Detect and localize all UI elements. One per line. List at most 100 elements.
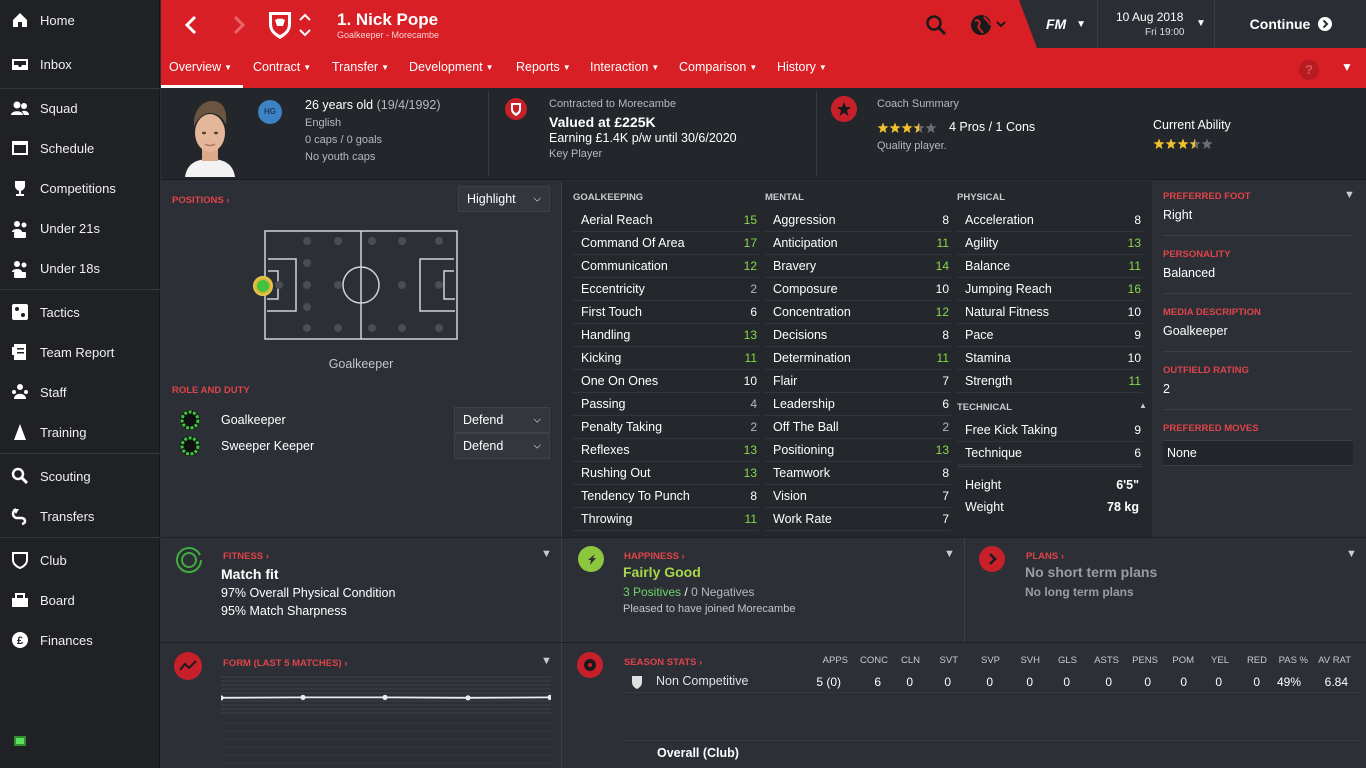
attribute-row[interactable]: Aggression 8 <box>765 209 951 232</box>
competition-name[interactable]: Non Competitive <box>656 674 748 688</box>
attribute-row[interactable]: One On Ones 10 <box>573 370 759 393</box>
globe-icon[interactable] <box>969 13 1011 37</box>
back-arrow-icon[interactable] <box>179 12 205 38</box>
chevron-down-icon[interactable]: ▼ <box>541 655 552 667</box>
form-point[interactable] <box>221 695 224 701</box>
role-row[interactable]: Sweeper Keeper Defend ⌵ <box>171 433 551 459</box>
search-icon[interactable] <box>925 14 947 36</box>
attribute-row[interactable]: Off The Ball 2 <box>765 416 951 439</box>
sidebar-item-schedule[interactable]: Schedule <box>0 128 160 168</box>
goalkeeper-position-marker[interactable] <box>253 276 273 296</box>
attribute-row[interactable]: Jumping Reach 16 <box>957 278 1143 301</box>
attribute-row[interactable]: Work Rate 7 <box>765 508 951 531</box>
sidebar-item-club[interactable]: Club <box>0 540 160 580</box>
attribute-row[interactable]: Stamina 10 <box>957 347 1143 370</box>
form-point[interactable] <box>382 694 388 700</box>
tab-comparison[interactable]: Comparison ▼ <box>679 60 757 74</box>
form-point[interactable] <box>465 695 471 701</box>
attribute-row[interactable]: Natural Fitness 10 <box>957 301 1143 324</box>
season-stats-title[interactable]: SEASON STATS › <box>624 657 702 668</box>
positions-title[interactable]: POSITIONS › <box>172 195 230 206</box>
attribute-row[interactable]: Strength 11 <box>957 370 1143 393</box>
attribute-row[interactable]: Rushing Out 13 <box>573 462 759 485</box>
sidebar-toggle-icon[interactable] <box>14 736 26 749</box>
happiness-title[interactable]: HAPPINESS › <box>624 551 685 562</box>
chevron-down-icon[interactable]: ▼ <box>1341 60 1353 74</box>
pros-cons[interactable]: 4 Pros / 1 Cons <box>949 120 1035 134</box>
attribute-row[interactable]: Aerial Reach 15 <box>573 209 759 232</box>
attribute-row[interactable]: Penalty Taking 2 <box>573 416 759 439</box>
sidebar-item-tactics[interactable]: Tactics <box>0 292 160 332</box>
attribute-row[interactable]: Throwing 11 <box>573 508 759 531</box>
plans-title[interactable]: PLANS › <box>1026 551 1064 562</box>
attribute-row[interactable]: Tendency To Punch 8 <box>573 485 759 508</box>
attribute-row[interactable]: Anticipation 11 <box>765 232 951 255</box>
attribute-row[interactable]: Determination 11 <box>765 347 951 370</box>
tab-transfer[interactable]: Transfer ▼ <box>332 60 389 74</box>
attribute-row[interactable]: Command Of Area 17 <box>573 232 759 255</box>
attribute-row[interactable]: Balance 11 <box>957 255 1143 278</box>
continue-button[interactable]: Continue <box>1216 0 1366 48</box>
duty-dropdown[interactable]: Defend ⌵ <box>454 407 550 433</box>
positives-count[interactable]: 3 Positives <box>623 585 681 599</box>
tab-overview[interactable]: Overview ▼ <box>169 60 232 74</box>
attribute-row[interactable]: Bravery 14 <box>765 255 951 278</box>
attribute-row[interactable]: Handling 13 <box>573 324 759 347</box>
tab-history[interactable]: History ▼ <box>777 60 827 74</box>
collapse-icon[interactable]: ▲ <box>1139 401 1147 410</box>
duty-dropdown[interactable]: Defend ⌵ <box>454 433 550 459</box>
forward-arrow-icon[interactable] <box>225 12 251 38</box>
chevron-down-icon[interactable]: ▼ <box>1344 189 1355 201</box>
tab-development[interactable]: Development ▼ <box>409 60 494 74</box>
attribute-row[interactable]: Flair 7 <box>765 370 951 393</box>
attribute-row[interactable]: Reflexes 13 <box>573 439 759 462</box>
tab-interaction[interactable]: Interaction ▼ <box>590 60 659 74</box>
club-crest-icon[interactable] <box>267 10 293 40</box>
chevron-down-icon[interactable]: ▼ <box>541 548 552 560</box>
stat-column-header[interactable]: AV RAT <box>1301 655 1351 666</box>
chevron-down-icon[interactable]: ▼ <box>944 548 955 560</box>
attribute-row[interactable]: Positioning 13 <box>765 439 951 462</box>
form-point[interactable] <box>300 694 306 700</box>
form-point[interactable] <box>547 694 551 700</box>
attribute-row[interactable]: Pace 9 <box>957 324 1143 347</box>
attribute-row[interactable]: Passing 4 <box>573 393 759 416</box>
highlight-dropdown[interactable]: Highlight ⌵ <box>458 186 550 212</box>
sidebar-item-under-18s[interactable]: Under 18s <box>0 248 160 288</box>
sidebar-item-competitions[interactable]: Competitions <box>0 168 160 208</box>
attribute-row[interactable]: Decisions 8 <box>765 324 951 347</box>
sidebar-item-finances[interactable]: £ Finances <box>0 620 160 660</box>
help-button[interactable]: ? <box>1299 60 1319 80</box>
sidebar-item-board[interactable]: Board <box>0 580 160 620</box>
sidebar-item-training[interactable]: Training <box>0 412 160 452</box>
attribute-row[interactable]: Concentration 12 <box>765 301 951 324</box>
attribute-row[interactable]: Eccentricity 2 <box>573 278 759 301</box>
sidebar-item-squad[interactable]: Squad <box>0 88 160 128</box>
tab-reports[interactable]: Reports ▼ <box>516 60 571 74</box>
tab-contract[interactable]: Contract ▼ <box>253 60 311 74</box>
role-row[interactable]: Goalkeeper Defend ⌵ <box>171 407 551 433</box>
sidebar-item-staff[interactable]: Staff <box>0 372 160 412</box>
attribute-row[interactable]: Agility 13 <box>957 232 1143 255</box>
date-display[interactable]: 10 Aug 2018 Fri 19:00 ▼ <box>1097 0 1215 48</box>
attribute-row[interactable]: First Touch 6 <box>573 301 759 324</box>
sidebar-item-under-21s[interactable]: Under 21s <box>0 208 160 248</box>
sidebar-item-team-report[interactable]: Team Report <box>0 332 160 372</box>
attribute-row[interactable]: Free Kick Taking 9 <box>957 419 1143 442</box>
sidebar-item-transfers[interactable]: Transfers <box>0 496 160 536</box>
fitness-title[interactable]: FITNESS › <box>223 551 269 562</box>
form-title[interactable]: FORM (LAST 5 MATCHES) › <box>223 658 347 669</box>
chevron-down-icon[interactable]: ▼ <box>1346 548 1357 560</box>
attribute-row[interactable]: Communication 12 <box>573 255 759 278</box>
attribute-row[interactable]: Vision 7 <box>765 485 951 508</box>
sidebar-item-home[interactable]: Home <box>0 0 160 40</box>
sidebar-item-inbox[interactable]: Inbox <box>0 44 160 84</box>
attribute-row[interactable]: Acceleration 8 <box>957 209 1143 232</box>
negatives-count[interactable]: 0 Negatives <box>691 585 754 599</box>
fm-menu-button[interactable]: FM ▼ <box>1037 0 1095 48</box>
attribute-row[interactable]: Kicking 11 <box>573 347 759 370</box>
attribute-row[interactable]: Technique 6 <box>957 442 1143 465</box>
sidebar-item-scouting[interactable]: Scouting <box>0 456 160 496</box>
attribute-row[interactable]: Teamwork 8 <box>765 462 951 485</box>
attribute-row[interactable]: Composure 10 <box>765 278 951 301</box>
